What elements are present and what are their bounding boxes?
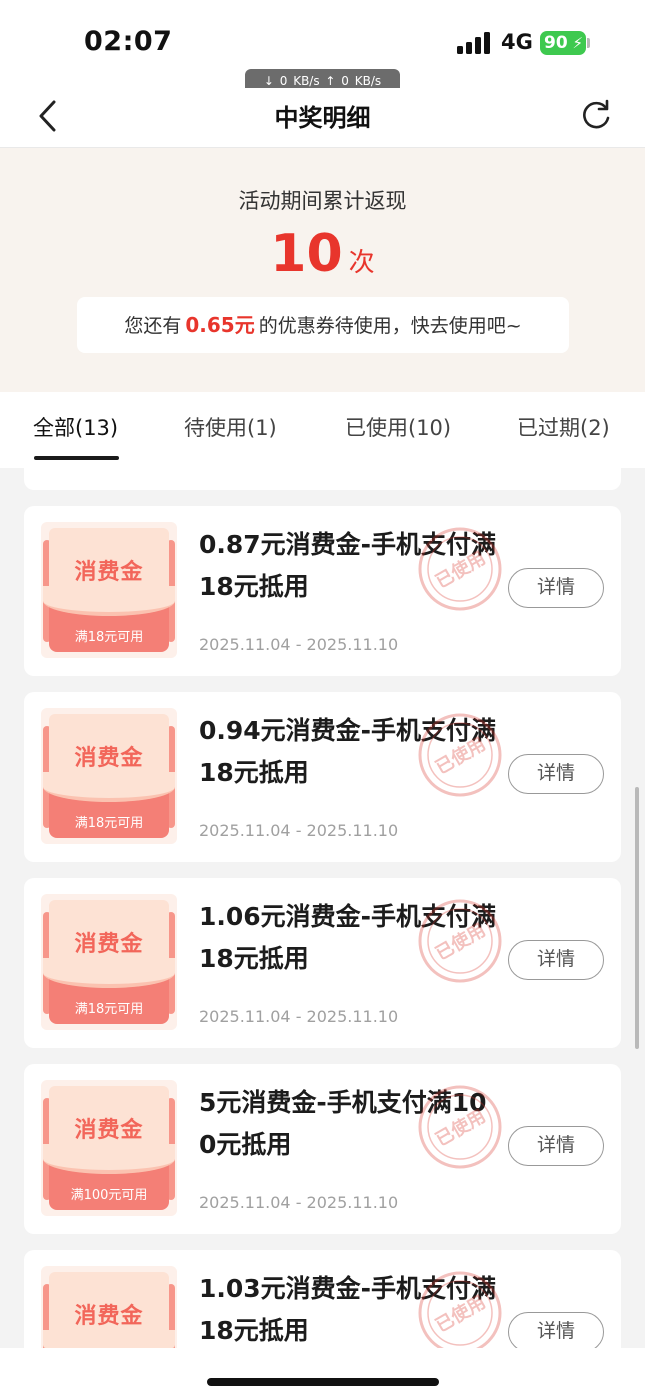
coupon-card[interactable]: 消费金 满18元可用 0.94元消费金-手机支付满18元抵用 2025.11.04 -… <box>24 692 621 862</box>
stamp-text: 已使用 <box>432 920 489 965</box>
coupon-thumbnail: 消费金满18元可用 <box>41 1266 177 1348</box>
coupon-thumbnail: 消费金满100元可用 <box>41 1080 177 1216</box>
page-title: 中奖明细 <box>274 104 371 132</box>
nav-header: 中奖明细 <box>0 88 645 148</box>
thumb-label: 消费金 <box>74 1118 144 1143</box>
summary-label: 活动期间累计返现 <box>238 189 407 213</box>
stamp-text: 已使用 <box>432 1106 489 1151</box>
thumb-curve <box>43 1330 175 1348</box>
clock: 02:07 <box>84 26 173 57</box>
stamp-text: 已使用 <box>432 1292 489 1337</box>
detail-button[interactable]: 详情 <box>508 568 604 608</box>
thumb-label: 消费金 <box>74 560 144 585</box>
thumb-curve <box>43 586 175 616</box>
cashback-unit: 次 <box>348 248 375 278</box>
thumb-condition: 满100元可用 <box>70 1188 148 1203</box>
detail-button[interactable]: 详情 <box>508 754 604 794</box>
thumb-curve <box>43 1144 175 1174</box>
refresh-icon <box>583 99 610 129</box>
coupon-validity: 2025.11.04 - 2025.11.10 <box>199 821 399 840</box>
coupon-card-partial <box>24 468 621 490</box>
detail-button[interactable]: 详情 <box>508 1126 604 1166</box>
thumb-label: 消费金 <box>74 932 144 957</box>
used-stamp-icon: 已使用 <box>418 527 502 611</box>
filter-tabs: 全部(13) 待使用(1) 已使用(10) 已过期(2) <box>0 392 645 468</box>
used-stamp-icon: 已使用 <box>418 1085 502 1169</box>
thumb-condition: 满18元可用 <box>74 816 144 831</box>
network-type: 4G <box>501 30 533 54</box>
coupon-card[interactable]: 消费金 满18元可用 1.06元消费金-手机支付满18元抵用 2025.11.04 -… <box>24 878 621 1048</box>
used-stamp-icon: 已使用 <box>418 713 502 797</box>
battery-level: 90 <box>544 33 568 53</box>
battery-icon: 90 ⚡ <box>540 31 586 55</box>
thumb-label: 消费金 <box>74 1304 144 1329</box>
tab-pending[interactable]: 待使用(1) <box>184 412 277 442</box>
tab-used[interactable]: 已使用(10) <box>345 412 451 442</box>
thumb-label: 消费金 <box>74 746 144 771</box>
coupon-validity: 2025.11.04 - 2025.11.10 <box>199 1007 399 1026</box>
coupon-validity: 2025.11.04 - 2025.11.10 <box>199 1193 399 1212</box>
notice-prefix: 您还有 <box>124 315 182 337</box>
coupon-thumbnail: 消费金满18元可用 <box>41 894 177 1030</box>
notice-suffix: 的优惠券待使用，快去使用吧~ <box>258 315 522 337</box>
home-indicator[interactable] <box>207 1378 439 1386</box>
detail-button[interactable]: 详情 <box>508 940 604 980</box>
pending-coupon-notice[interactable]: 您还有 0.65元 的优惠券待使用，快去使用吧~ <box>77 297 569 353</box>
stamp-text: 已使用 <box>432 734 489 779</box>
charging-icon: ⚡ <box>572 34 583 52</box>
cashback-summary: 活动期间累计返现 10 次 您还有 0.65元 的优惠券待使用，快去使用吧~ <box>0 148 645 392</box>
thumb-curve <box>43 958 175 988</box>
detail-button[interactable]: 详情 <box>508 1312 604 1348</box>
coupon-card[interactable]: 消费金 满100元可用 5元消费金-手机支付满100元抵用 2025.11.04 - … <box>24 1064 621 1234</box>
stamp-text: 已使用 <box>432 548 489 593</box>
thumb-condition: 满18元可用 <box>74 630 144 645</box>
thumb-curve <box>43 772 175 802</box>
refresh-button[interactable] <box>576 96 616 136</box>
bottom-bar <box>0 1348 645 1398</box>
cashback-count: 10 <box>270 224 343 284</box>
used-stamp-icon: 已使用 <box>418 1271 502 1348</box>
thumb-condition: 满18元可用 <box>74 1002 144 1017</box>
tab-expired[interactable]: 已过期(2) <box>517 412 610 442</box>
used-stamp-icon: 已使用 <box>418 899 502 983</box>
coupon-validity: 2025.11.04 - 2025.11.10 <box>199 635 399 654</box>
coupon-list[interactable]: 消费金 满18元可用 0.87元消费金-手机支付满18元抵用 2025.11.04 -… <box>0 468 645 1348</box>
notice-amount: 0.65元 <box>185 313 255 337</box>
active-tab-indicator <box>34 456 119 460</box>
coupon-card[interactable]: 消费金满18元可用1.03元消费金-手机支付满18元抵用2025.11.04 -… <box>24 1250 621 1348</box>
signal-icon <box>457 32 493 54</box>
scrollbar[interactable] <box>635 787 639 1049</box>
coupon-card[interactable]: 消费金 满18元可用 0.87元消费金-手机支付满18元抵用 2025.11.04 -… <box>24 506 621 676</box>
battery-tip <box>587 38 590 48</box>
coupon-thumbnail: 消费金满18元可用 <box>41 522 177 658</box>
status-bar: 02:07 4G 90 ⚡ ↓ 0 KB/s ↑ 0 KB/s <box>0 0 645 94</box>
tab-all[interactable]: 全部(13) <box>33 412 118 442</box>
summary-count: 10 次 <box>0 224 645 284</box>
coupon-thumbnail: 消费金满18元可用 <box>41 708 177 844</box>
